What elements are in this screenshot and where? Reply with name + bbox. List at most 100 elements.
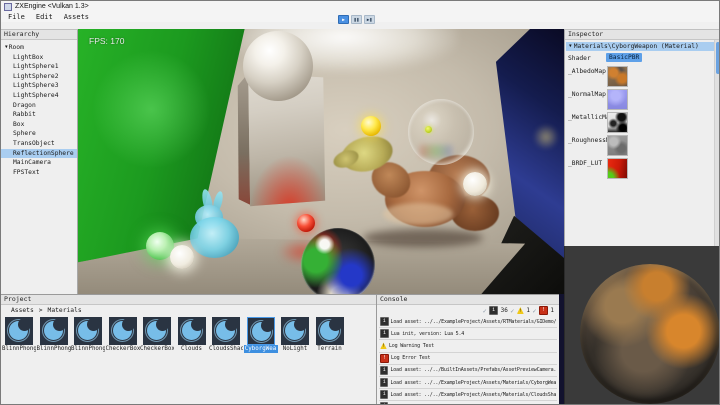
material-sphere-icon bbox=[40, 317, 68, 345]
info-icon: i bbox=[380, 329, 389, 338]
metallic-map-thumbnail[interactable] bbox=[607, 112, 628, 133]
menu-edit[interactable]: Edit bbox=[36, 13, 53, 21]
warning-icon: ! bbox=[380, 342, 387, 349]
hierarchy-item-selected[interactable]: ReflectionSphere bbox=[1, 149, 77, 159]
material-item[interactable]: BlinnPhong bbox=[5, 317, 33, 353]
hierarchy-item[interactable]: Rabbit bbox=[1, 110, 77, 120]
scene-red-light-sphere bbox=[297, 214, 315, 232]
log-row[interactable]: iLua init, version: Lua 5.4 bbox=[379, 328, 557, 340]
inspector-panel: Inspector ▼Materials\CyborgWeapon (Mater… bbox=[564, 29, 720, 246]
info-icon: i bbox=[380, 366, 388, 375]
hierarchy-item[interactable]: LightSphere3 bbox=[1, 81, 77, 91]
hierarchy-item[interactable]: LightBox bbox=[1, 53, 77, 63]
hierarchy-item[interactable]: LightSphere2 bbox=[1, 72, 77, 82]
warn-count: 1 bbox=[526, 307, 530, 314]
hierarchy-item[interactable]: FPSText bbox=[1, 168, 77, 178]
material-preview-sphere bbox=[580, 264, 720, 404]
material-item-selected[interactable]: CyborgWea bbox=[247, 317, 275, 353]
hierarchy-item[interactable]: TransObject bbox=[1, 139, 77, 149]
log-row[interactable]: iLoad asset: ../../ExampleProject/Assets… bbox=[379, 401, 557, 405]
shader-value-button[interactable]: BasicPBR bbox=[606, 53, 642, 62]
app-window: ZXEngine <Vulkan 1.3> File Edit Assets ▶… bbox=[0, 0, 720, 405]
scene-wall-reflection bbox=[533, 124, 559, 150]
scene-yellow-light-sphere bbox=[361, 116, 381, 136]
shader-label: Shader bbox=[568, 55, 591, 62]
normal-map-thumbnail[interactable] bbox=[607, 89, 628, 110]
hierarchy-item-room[interactable]: ▼Room bbox=[1, 43, 77, 53]
material-sphere-icon bbox=[143, 317, 171, 345]
scene-rabbit-model bbox=[183, 189, 243, 259]
info-filter-check-icon[interactable]: ✓ bbox=[483, 307, 487, 315]
hierarchy-item[interactable]: Box bbox=[1, 120, 77, 130]
log-row[interactable]: iLoad asset: ../../ExampleProject/Assets… bbox=[379, 316, 557, 328]
log-row[interactable]: iLoad asset: ../../ExampleProject/Assets… bbox=[379, 389, 557, 401]
hierarchy-panel: Hierarchy ▼Room LightBox LightSphere1 Li… bbox=[1, 29, 78, 294]
material-item[interactable]: NoLight bbox=[281, 317, 309, 353]
warning-icon[interactable]: ! bbox=[517, 307, 524, 314]
pause-button[interactable]: ❚❚ bbox=[351, 15, 362, 24]
material-item[interactable]: CheckerBox bbox=[109, 317, 137, 353]
scene-reflection-sphere bbox=[301, 228, 375, 294]
hierarchy-item[interactable]: MainCamera bbox=[1, 158, 77, 168]
info-icon[interactable]: i bbox=[489, 306, 498, 315]
step-button[interactable]: ▶❚ bbox=[364, 15, 375, 24]
breadcrumb-materials[interactable]: Materials bbox=[48, 307, 82, 314]
error-icon[interactable]: ! bbox=[539, 306, 548, 315]
scene-viewport[interactable]: FPS: 170 bbox=[78, 29, 564, 294]
warn-filter-check-icon[interactable]: ✓ bbox=[510, 307, 514, 315]
error-count: 1 bbox=[550, 307, 554, 314]
material-item[interactable]: Terrain bbox=[316, 317, 344, 353]
hierarchy-item[interactable]: Sphere bbox=[1, 129, 77, 139]
brdf-lut-thumbnail[interactable] bbox=[607, 158, 628, 179]
roughness-map-thumbnail[interactable] bbox=[607, 135, 628, 156]
hierarchy-item[interactable]: LightSphere1 bbox=[1, 62, 77, 72]
material-sphere-icon bbox=[178, 317, 206, 345]
map-label: _BRDF_LUT bbox=[568, 160, 602, 167]
app-icon bbox=[4, 3, 12, 11]
scrollbar-thumb[interactable] bbox=[716, 42, 720, 74]
info-icon: i bbox=[380, 378, 388, 387]
material-sphere-icon bbox=[247, 317, 275, 345]
project-panel: Project Assets > Materials BlinnPhong Bl… bbox=[1, 294, 376, 405]
play-button[interactable]: ▶ bbox=[338, 15, 349, 24]
project-title: Project bbox=[1, 295, 376, 305]
console-filters: ✓ i 36 ✓ ! 1 ✓ ! 1 bbox=[483, 306, 554, 315]
albedo-map-thumbnail[interactable] bbox=[607, 66, 628, 87]
fps-counter: FPS: 170 bbox=[89, 36, 124, 46]
menu-assets[interactable]: Assets bbox=[64, 13, 89, 21]
info-icon: i bbox=[380, 317, 389, 326]
info-icon: i bbox=[380, 390, 388, 399]
scene-glass-sphere bbox=[408, 99, 474, 165]
material-sphere-icon bbox=[74, 317, 102, 345]
map-label: _NormalMap bbox=[568, 91, 606, 98]
log-row[interactable]: iLoad asset: ../../BuiltInAssets/Prefabs… bbox=[379, 365, 557, 377]
breadcrumb-assets[interactable]: Assets bbox=[11, 307, 34, 314]
material-item[interactable]: CloudsShac bbox=[212, 317, 240, 353]
inspector-scrollbar[interactable] bbox=[714, 40, 720, 246]
material-sphere-icon bbox=[281, 317, 309, 345]
error-filter-check-icon[interactable]: ✓ bbox=[532, 307, 536, 315]
glass-refraction-dot bbox=[425, 126, 432, 133]
material-sphere-icon bbox=[212, 317, 240, 345]
scene-white-light-sphere-left bbox=[170, 245, 194, 269]
material-sphere-icon bbox=[316, 317, 344, 345]
hierarchy-item[interactable]: LightSphere4 bbox=[1, 91, 77, 101]
material-item[interactable]: CheckerBox bbox=[143, 317, 171, 353]
hierarchy-item[interactable]: Dragon bbox=[1, 101, 77, 111]
console-log-list: iLoad asset: ../../ExampleProject/Assets… bbox=[379, 316, 557, 405]
material-item[interactable]: Clouds bbox=[178, 317, 206, 353]
material-item[interactable]: BlinnPhong bbox=[74, 317, 102, 353]
inspector-title: Inspector bbox=[565, 30, 720, 40]
log-row[interactable]: iLoad asset: ../../ExampleProject/Assets… bbox=[379, 377, 557, 389]
log-row[interactable]: !Log Warning Test bbox=[379, 340, 557, 352]
collapse-icon[interactable]: ▼ bbox=[569, 44, 572, 49]
log-row[interactable]: !Log Error Test bbox=[379, 353, 557, 365]
menu-file[interactable]: File bbox=[8, 13, 25, 21]
material-item[interactable]: BlinnPhong bbox=[40, 317, 68, 353]
material-sphere-icon bbox=[109, 317, 137, 345]
error-icon: ! bbox=[380, 354, 389, 363]
tree-expander-icon[interactable]: ▼ bbox=[5, 45, 8, 50]
info-count: 36 bbox=[501, 307, 508, 314]
material-preview-area[interactable] bbox=[564, 246, 720, 405]
material-header[interactable]: ▼Materials\CyborgWeapon (Material) bbox=[566, 42, 714, 51]
